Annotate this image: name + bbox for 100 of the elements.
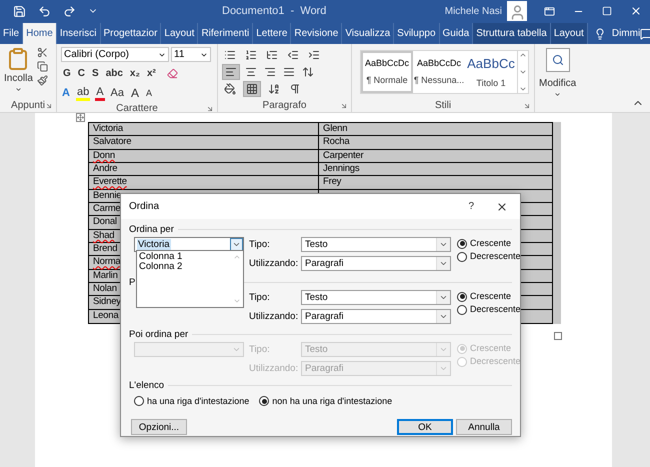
font-style-button[interactable]: x²: [144, 66, 158, 80]
search-icon[interactable]: [546, 48, 570, 72]
user-name: Michele Nasi: [444, 4, 502, 18]
dialog-launcher-icon[interactable]: [45, 102, 53, 110]
section-label: L'elenco: [129, 380, 164, 390]
paintbrush-icon[interactable]: [36, 75, 48, 86]
style-item[interactable]: AaBbCc Titolo 1: [465, 51, 517, 93]
section-label: Ordina per: [129, 224, 174, 234]
more-icon[interactable]: [519, 85, 527, 93]
style-item[interactable]: AaBbCcDc ¶ Nessuna...: [413, 51, 465, 93]
using-label: Utilizzando:: [249, 311, 300, 322]
shading-icon[interactable]: [222, 81, 238, 97]
ribbon-tab[interactable]: Struttura tabella: [473, 23, 551, 44]
using-label: Utilizzando:: [249, 258, 300, 269]
table-cell-text: Sidney: [93, 296, 121, 308]
table-cell-text: Rocha: [323, 136, 350, 148]
dropdown-field[interactable]: Testo: [301, 237, 451, 252]
style-item[interactable]: AaBbCcDc ¶ Normale: [361, 51, 413, 93]
font-style-button[interactable]: C: [76, 66, 88, 80]
dropdown-option[interactable]: Colonna 1: [139, 252, 231, 262]
group-label: Paragrafo: [262, 99, 306, 113]
dialog-button[interactable]: OK: [397, 419, 453, 435]
radio-button[interactable]: Crescente: [457, 291, 521, 302]
font-effect-button[interactable]: ab: [76, 86, 90, 100]
table-cell-text: Carme: [93, 203, 121, 216]
redo-icon[interactable]: [63, 4, 76, 18]
table-cell-text: Donal: [93, 216, 117, 228]
dialog-title: Ordina: [129, 200, 160, 214]
scroll-down-icon[interactable]: [519, 68, 527, 76]
dropdown-value: Victoria: [137, 239, 171, 250]
window-title: Documento1 - Word: [222, 4, 326, 19]
paste-button[interactable]: Incolla: [4, 47, 33, 99]
radio-button[interactable]: non ha una riga d'intestazione: [259, 396, 392, 406]
table-cell-text: Glenn: [323, 123, 348, 136]
font-effect-button[interactable]: Aa: [110, 87, 126, 99]
radio-button[interactable]: Decrescente: [457, 304, 521, 315]
group-label: Appunti: [11, 99, 45, 113]
font-size-field[interactable]: 11: [171, 47, 211, 62]
table-resize-handle-icon[interactable]: [554, 332, 562, 340]
avatar-icon[interactable]: [507, 1, 527, 21]
font-effect-button[interactable]: A: [145, 87, 154, 99]
table-cell-text: Victoria: [93, 123, 123, 136]
table-cell-text: Andre: [93, 163, 118, 176]
radio-button[interactable]: ha una riga d'intestazione: [134, 396, 250, 406]
font-name-field[interactable]: Calibri (Corpo): [61, 47, 169, 62]
dropdown-field[interactable]: Paragrafi: [301, 256, 451, 271]
scroll-up-icon[interactable]: [519, 51, 527, 59]
radio-button[interactable]: Decrescente: [457, 251, 521, 262]
radio-button[interactable]: Crescente: [457, 238, 521, 249]
dialog-button[interactable]: Annulla: [456, 419, 512, 435]
scissors-icon[interactable]: [36, 47, 48, 58]
ribbon-display-icon[interactable]: [544, 6, 555, 16]
caret-icon[interactable]: [14, 86, 22, 93]
table-cell-text: Carpenter: [323, 150, 364, 162]
table-cell-text: Bennie: [93, 190, 122, 202]
font-style-button[interactable]: G: [61, 66, 73, 80]
undo-icon[interactable]: [38, 4, 51, 18]
section-label: P: [129, 276, 136, 288]
caret-icon[interactable]: [554, 91, 562, 98]
using-label: Utilizzando:: [249, 363, 300, 374]
close-icon[interactable]: [496, 200, 508, 212]
table-cell-text: Frey: [323, 176, 342, 188]
tell-me-link[interactable]: Dimmi: [612, 23, 640, 44]
copy-icon[interactable]: [36, 61, 48, 72]
table-cell-text: Brend: [93, 243, 118, 256]
type-label: Tipo:: [249, 239, 271, 250]
group-label: Carattere: [116, 102, 158, 116]
borders-icon[interactable]: [243, 81, 261, 97]
help-button[interactable]: ?: [468, 199, 474, 214]
table-cell-text: Donn: [93, 150, 115, 162]
font-style-button[interactable]: x₂: [128, 66, 142, 80]
ribbon-tab[interactable]: Layout: [550, 23, 588, 44]
type-label: Tipo:: [249, 292, 271, 303]
maximize-icon[interactable]: [602, 6, 612, 16]
table-cell-text: Leona: [93, 310, 118, 322]
font-style-button[interactable]: abc: [104, 66, 125, 80]
dialog-launcher-icon[interactable]: [206, 105, 214, 113]
table-cell-text: Everette: [93, 176, 127, 188]
group-label: Stili: [434, 99, 452, 113]
dropdown-field[interactable]: Paragrafi: [301, 309, 451, 324]
font-effect-button[interactable]: A: [95, 86, 105, 100]
table-move-handle-icon[interactable]: [76, 113, 85, 122]
save-icon[interactable]: [13, 4, 26, 18]
dialog-button[interactable]: Opzioni...: [131, 419, 187, 435]
eraser-icon[interactable]: [166, 68, 178, 78]
dialog-launcher-icon[interactable]: [340, 102, 348, 110]
table-cell-text: Norma: [93, 256, 121, 268]
dropdown-option[interactable]: Colonna 2: [139, 262, 231, 272]
table-cell-text: Nolan: [93, 283, 117, 296]
type-label: Tipo:: [249, 344, 271, 355]
font-style-button[interactable]: S: [90, 66, 101, 80]
dialog-launcher-icon[interactable]: [523, 102, 531, 110]
ribbon-tab[interactable]: Home: [23, 23, 57, 44]
editing-button[interactable]: Modifica: [539, 48, 576, 99]
align-left-icon[interactable]: [222, 64, 240, 80]
section-label: Poi ordina per: [129, 328, 188, 340]
font-effect-button[interactable]: A: [61, 87, 71, 99]
dropdown-field[interactable]: Testo: [301, 290, 451, 305]
font-effect-button[interactable]: A: [130, 87, 140, 99]
close-icon[interactable]: [630, 5, 642, 17]
